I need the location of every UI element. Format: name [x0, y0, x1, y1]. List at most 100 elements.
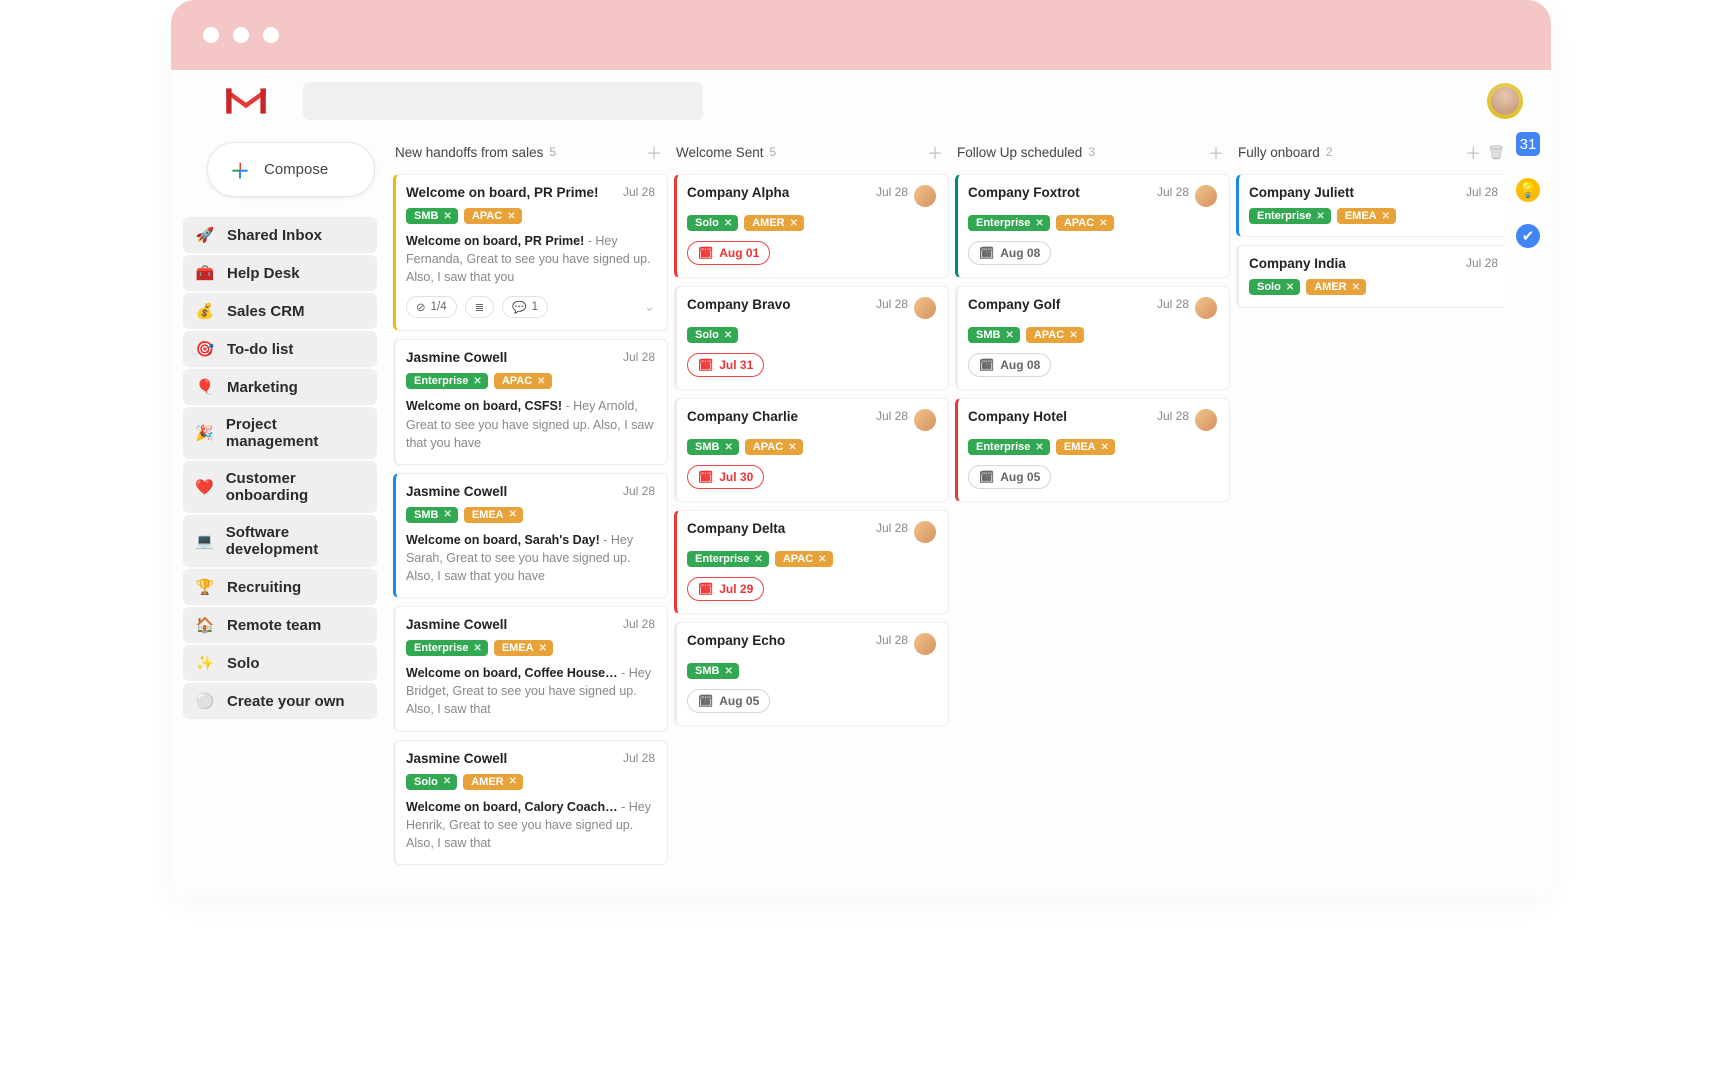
close-icon[interactable]: ✕ [1352, 282, 1360, 293]
add-card-button[interactable]: ＋ [1208, 140, 1224, 164]
due-date-chip[interactable]: 🗓Jul 29 [687, 577, 764, 601]
tag-solo[interactable]: Solo ✕ [687, 327, 738, 343]
keep-icon[interactable]: 💡 [1516, 178, 1540, 202]
sidebar-item-marketing[interactable]: 🎈Marketing [183, 369, 377, 405]
card[interactable]: Company CharlieJul 28SMB ✕APAC ✕🗓Jul 30 [674, 398, 949, 502]
close-icon[interactable]: ✕ [788, 442, 796, 453]
close-icon[interactable]: ✕ [473, 643, 481, 654]
card[interactable]: Welcome on board, PR Prime!Jul 28SMB ✕AP… [393, 174, 668, 331]
tag-amer[interactable]: AMER ✕ [463, 774, 523, 790]
tasks-icon[interactable]: ✔ [1516, 224, 1540, 248]
close-icon[interactable]: ✕ [509, 509, 517, 520]
close-icon[interactable]: ✕ [443, 776, 451, 787]
sidebar-item-sales-crm[interactable]: 💰Sales CRM [183, 293, 377, 329]
tag-smb[interactable]: SMB ✕ [968, 327, 1020, 343]
card[interactable]: Company IndiaJul 28Solo ✕AMER ✕ [1236, 245, 1505, 308]
card[interactable]: Jasmine CowellJul 28Enterprise ✕EMEA ✕We… [393, 606, 668, 731]
sidebar-item-remote-team[interactable]: 🏠Remote team [183, 607, 377, 643]
tag-emea[interactable]: EMEA ✕ [494, 640, 553, 656]
tag-enterprise[interactable]: Enterprise ✕ [406, 640, 488, 656]
close-icon[interactable]: ✕ [1035, 218, 1043, 229]
tag-enterprise[interactable]: Enterprise ✕ [687, 551, 769, 567]
compose-button[interactable]: ＋ Compose [207, 142, 375, 197]
tag-smb[interactable]: SMB ✕ [687, 663, 739, 679]
close-icon[interactable]: ✕ [724, 442, 732, 453]
sidebar-item-software-development[interactable]: 💻Software development [183, 515, 377, 567]
card[interactable]: Company JuliettJul 28Enterprise ✕EMEA ✕ [1236, 174, 1505, 237]
tag-emea[interactable]: EMEA ✕ [464, 507, 523, 523]
search-input[interactable] [303, 82, 703, 120]
tag-apac[interactable]: APAC ✕ [464, 208, 522, 224]
due-date-chip[interactable]: 🗓Jul 30 [687, 465, 764, 489]
close-icon[interactable]: ✕ [1286, 282, 1294, 293]
close-icon[interactable]: ✕ [539, 643, 547, 654]
tag-amer[interactable]: AMER ✕ [1306, 279, 1366, 295]
tag-amer[interactable]: AMER ✕ [744, 215, 804, 231]
close-icon[interactable]: ✕ [1035, 442, 1043, 453]
close-icon[interactable]: ✕ [1005, 330, 1013, 341]
window-close-dot[interactable] [203, 27, 219, 43]
due-date-chip[interactable]: 🗓Aug 01 [687, 241, 770, 265]
close-icon[interactable]: ✕ [818, 554, 826, 565]
sidebar-item-customer-onboarding[interactable]: ❤️Customer onboarding [183, 461, 377, 513]
due-date-chip[interactable]: 🗓Jul 31 [687, 353, 764, 377]
tag-enterprise[interactable]: Enterprise ✕ [968, 215, 1050, 231]
card[interactable]: Jasmine CowellJul 28Enterprise ✕APAC ✕We… [393, 339, 668, 464]
account-avatar[interactable] [1487, 83, 1523, 119]
card[interactable]: Company FoxtrotJul 28Enterprise ✕APAC ✕🗓… [955, 174, 1230, 278]
sidebar-item-project-management[interactable]: 🎉Project management [183, 407, 377, 459]
tag-solo[interactable]: Solo ✕ [1249, 279, 1300, 295]
card[interactable]: Company EchoJul 28SMB ✕🗓Aug 05 [674, 622, 949, 726]
tag-enterprise[interactable]: Enterprise ✕ [1249, 208, 1331, 224]
close-icon[interactable]: ✕ [443, 211, 451, 222]
close-icon[interactable]: ✕ [1099, 218, 1107, 229]
close-icon[interactable]: ✕ [754, 554, 762, 565]
tag-apac[interactable]: APAC ✕ [1026, 327, 1084, 343]
close-icon[interactable]: ✕ [509, 776, 517, 787]
close-icon[interactable]: ✕ [1316, 211, 1324, 222]
tag-enterprise[interactable]: Enterprise ✕ [968, 439, 1050, 455]
due-date-chip[interactable]: 🗓Aug 05 [968, 465, 1051, 489]
card[interactable]: Company AlphaJul 28Solo ✕AMER ✕🗓Aug 01 [674, 174, 949, 278]
window-minimize-dot[interactable] [233, 27, 249, 43]
close-icon[interactable]: ✕ [443, 509, 451, 520]
tag-apac[interactable]: APAC ✕ [745, 439, 803, 455]
close-icon[interactable]: ✕ [724, 666, 732, 677]
tag-solo[interactable]: Solo ✕ [687, 215, 738, 231]
close-icon[interactable]: ✕ [724, 330, 732, 341]
tag-solo[interactable]: Solo ✕ [406, 774, 457, 790]
tag-apac[interactable]: APAC ✕ [1056, 215, 1114, 231]
close-icon[interactable]: ✕ [507, 211, 515, 222]
due-date-chip[interactable]: 🗓Aug 08 [968, 241, 1051, 265]
tag-apac[interactable]: APAC ✕ [494, 373, 552, 389]
card[interactable]: Jasmine CowellJul 28SMB ✕EMEA ✕Welcome o… [393, 473, 668, 598]
comment-count[interactable]: 💬 1 [502, 296, 548, 318]
due-date-chip[interactable]: 🗓Aug 05 [687, 689, 770, 713]
sidebar-item-to-do-list[interactable]: 🎯To-do list [183, 331, 377, 367]
close-icon[interactable]: ✕ [790, 218, 798, 229]
card[interactable]: Jasmine CowellJul 28Solo ✕AMER ✕Welcome … [393, 740, 668, 865]
sidebar-item-recruiting[interactable]: 🏆Recruiting [183, 569, 377, 605]
card[interactable]: Company HotelJul 28Enterprise ✕EMEA ✕🗓Au… [955, 398, 1230, 502]
window-zoom-dot[interactable] [263, 27, 279, 43]
tag-enterprise[interactable]: Enterprise ✕ [406, 373, 488, 389]
sidebar-item-solo[interactable]: ✨Solo [183, 645, 377, 681]
add-card-button[interactable]: ＋ [927, 140, 943, 164]
tag-apac[interactable]: APAC ✕ [775, 551, 833, 567]
card[interactable]: Company BravoJul 28Solo ✕🗓Jul 31 [674, 286, 949, 390]
card[interactable]: Company DeltaJul 28Enterprise ✕APAC ✕🗓Ju… [674, 510, 949, 614]
add-card-button[interactable]: ＋ [1465, 140, 1481, 164]
add-card-button[interactable]: ＋ [646, 140, 662, 164]
calendar-icon[interactable]: 31 [1516, 132, 1540, 156]
tag-smb[interactable]: SMB ✕ [687, 439, 739, 455]
close-icon[interactable]: ✕ [473, 376, 481, 387]
trash-icon[interactable]: 🗑 [1487, 144, 1505, 161]
due-date-chip[interactable]: 🗓Aug 08 [968, 353, 1051, 377]
sidebar-item-help-desk[interactable]: 🧰Help Desk [183, 255, 377, 291]
close-icon[interactable]: ✕ [1101, 442, 1109, 453]
card[interactable]: Company GolfJul 28SMB ✕APAC ✕🗓Aug 08 [955, 286, 1230, 390]
description-icon[interactable]: ≣ [465, 296, 495, 318]
tag-smb[interactable]: SMB ✕ [406, 208, 458, 224]
tag-smb[interactable]: SMB ✕ [406, 507, 458, 523]
close-icon[interactable]: ✕ [537, 376, 545, 387]
